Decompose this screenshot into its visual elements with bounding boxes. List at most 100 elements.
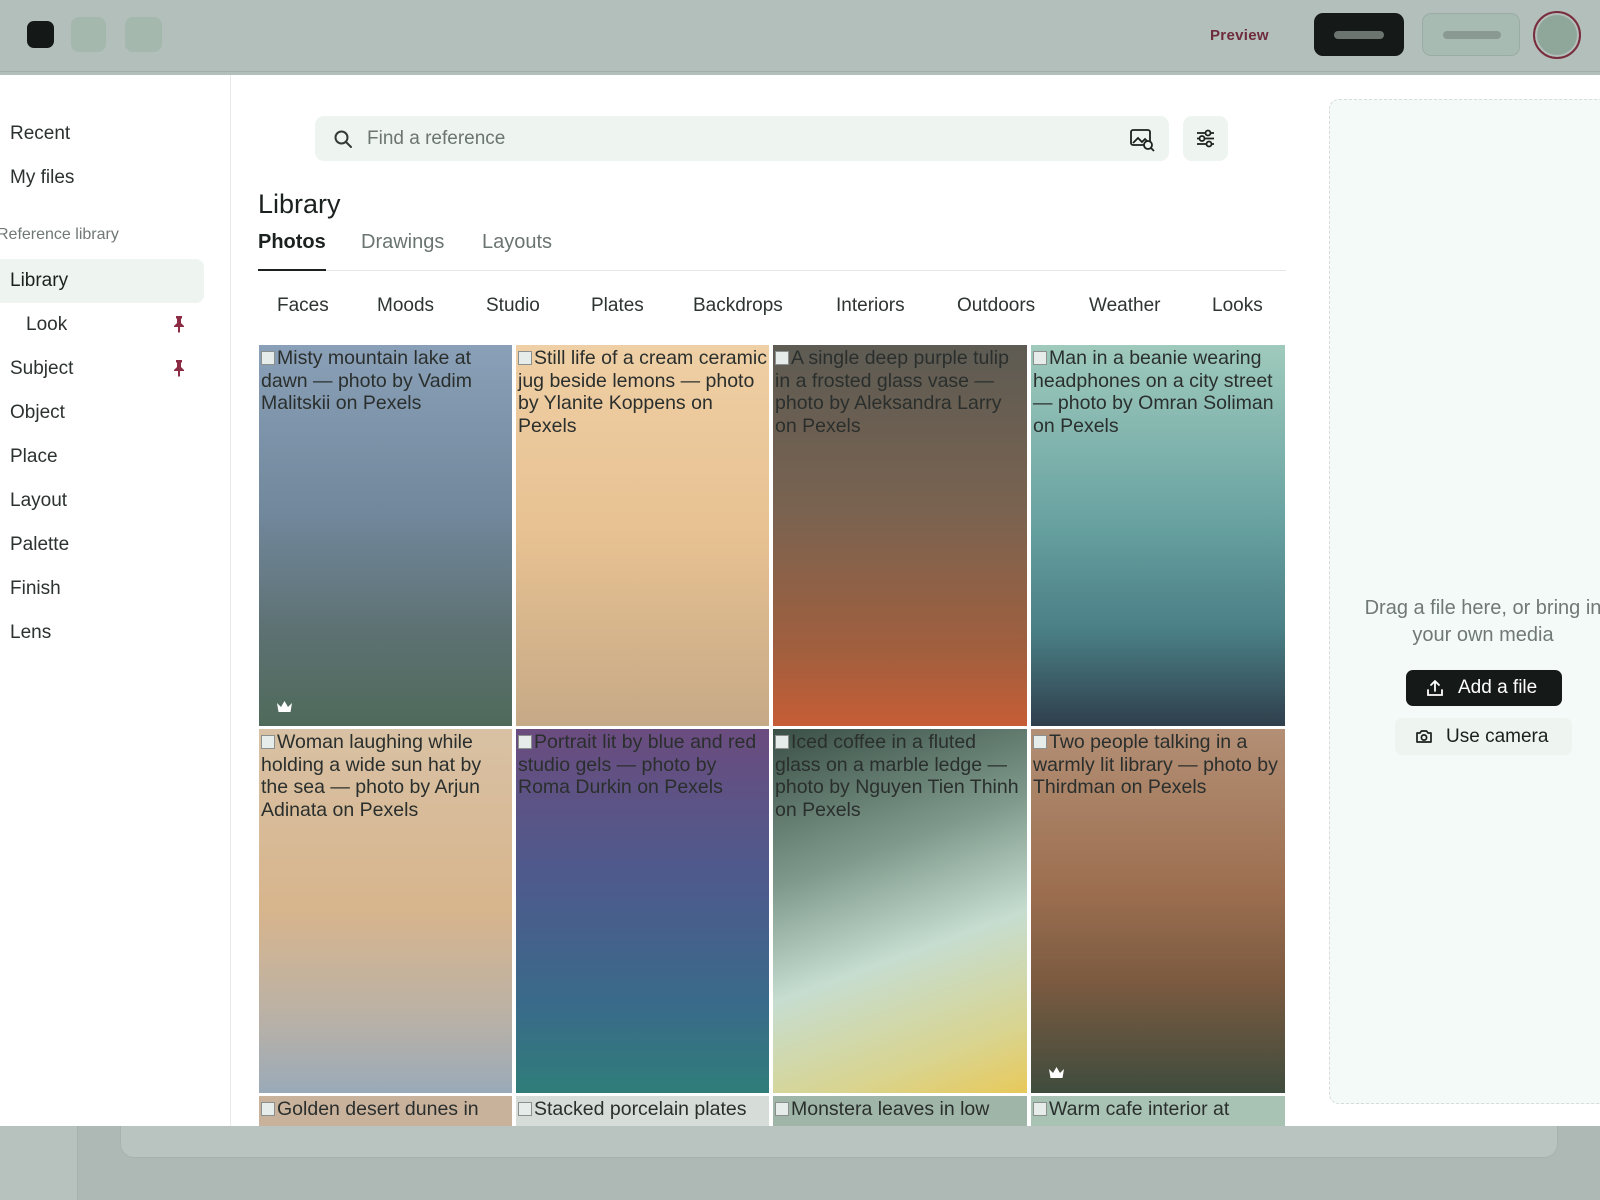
drop-zone-line: Drag a file here, or bring in bbox=[1364, 597, 1600, 619]
upload-icon bbox=[1427, 680, 1443, 696]
category-weather[interactable]: Weather bbox=[1089, 295, 1160, 317]
tile-caption-text: Iced coffee in a fluted glass on a marbl… bbox=[775, 731, 1019, 821]
search-input[interactable] bbox=[367, 116, 1107, 161]
reference-tile[interactable]: Misty mountain lake at dawn — photo by V… bbox=[259, 345, 512, 726]
add-file-label: Add a file bbox=[1458, 677, 1538, 698]
category-studio[interactable]: Studio bbox=[486, 295, 540, 317]
category-interiors[interactable]: Interiors bbox=[836, 295, 905, 317]
tile-caption-text: Man in a beanie wearing headphones on a … bbox=[1033, 347, 1274, 437]
add-file-button[interactable]: Add a file bbox=[1406, 670, 1562, 706]
toolbar-button-2[interactable] bbox=[125, 17, 162, 52]
reference-tile[interactable]: Stacked porcelain plates bbox=[516, 1096, 769, 1126]
tab-drawings[interactable]: Drawings bbox=[361, 231, 444, 271]
category-plates[interactable]: Plates bbox=[591, 295, 644, 317]
filter-button[interactable] bbox=[1183, 116, 1228, 161]
sidebar-item-label: Place bbox=[10, 446, 58, 467]
tile-caption: Golden desert dunes in bbox=[259, 1096, 512, 1121]
sidebar: Recent My files Reference library Librar… bbox=[0, 75, 231, 1126]
search-icon bbox=[334, 130, 352, 148]
crown-icon bbox=[1049, 1067, 1064, 1078]
preview-button[interactable]: Preview bbox=[1210, 24, 1269, 46]
crown-icon bbox=[277, 701, 292, 712]
pin-icon[interactable] bbox=[172, 359, 186, 377]
reference-tile[interactable]: Two people talking in a warmly lit libra… bbox=[1031, 729, 1285, 1093]
tile-caption-text: Monstera leaves in low bbox=[791, 1098, 990, 1120]
tile-caption-text: Portrait lit by blue and red studio gels… bbox=[518, 731, 757, 798]
reference-tile[interactable]: Golden desert dunes in bbox=[259, 1096, 512, 1126]
top-bar: Preview bbox=[0, 0, 1600, 72]
reference-tile[interactable]: Woman laughing while holding a wide sun … bbox=[259, 729, 512, 1093]
category-outdoors[interactable]: Outdoors bbox=[957, 295, 1035, 317]
broken-image-icon bbox=[261, 735, 275, 749]
sidebar-item-label: Recent bbox=[10, 123, 71, 144]
category-moods[interactable]: Moods bbox=[377, 295, 434, 317]
sidebar-item-library[interactable]: Library bbox=[0, 259, 204, 303]
sidebar-item-label: Layout bbox=[10, 490, 68, 511]
tab-bar: Photos Drawings Layouts bbox=[258, 231, 1286, 271]
sidebar-item-palette[interactable]: Palette bbox=[0, 523, 204, 567]
sidebar-item-label: Lens bbox=[10, 622, 52, 643]
use-camera-label: Use camera bbox=[1446, 725, 1549, 747]
reference-tile[interactable]: Warm cafe interior at bbox=[1031, 1096, 1285, 1126]
placeholder-bar bbox=[1334, 31, 1384, 39]
reference-panel: Recent My files Reference library Librar… bbox=[0, 75, 1600, 1126]
reference-tile[interactable]: Iced coffee in a fluted glass on a marbl… bbox=[773, 729, 1027, 1093]
secondary-action-button[interactable] bbox=[1422, 13, 1520, 56]
search-bar bbox=[315, 116, 1169, 161]
tile-caption: A single deep purple tulip in a frosted … bbox=[773, 345, 1027, 437]
drop-zone-text: Drag a file here, or bring in your own m… bbox=[1352, 595, 1600, 649]
tile-caption: Warm cafe interior at bbox=[1031, 1096, 1285, 1121]
sidebar-item-label: Library bbox=[10, 270, 69, 291]
category-looks[interactable]: Looks bbox=[1212, 295, 1263, 317]
toolbar-button-1[interactable] bbox=[71, 17, 106, 52]
tile-caption-text: Misty mountain lake at dawn — photo by V… bbox=[261, 347, 473, 414]
sidebar-item-subject[interactable]: Subject bbox=[0, 347, 204, 391]
tile-caption: Still life of a cream ceramic jug beside… bbox=[516, 345, 769, 437]
broken-image-icon bbox=[775, 1102, 789, 1116]
tile-caption-text: Warm cafe interior at bbox=[1049, 1098, 1230, 1120]
sidebar-item-recent[interactable]: Recent bbox=[0, 112, 204, 156]
reference-tile[interactable]: Man in a beanie wearing headphones on a … bbox=[1031, 345, 1285, 726]
background-bar bbox=[120, 1126, 1558, 1158]
tile-caption-text: Golden desert dunes in bbox=[277, 1098, 479, 1120]
tile-caption: Misty mountain lake at dawn — photo by V… bbox=[259, 345, 512, 415]
tab-photos[interactable]: Photos bbox=[258, 231, 326, 271]
avatar[interactable] bbox=[1533, 11, 1581, 59]
tile-caption: Two people talking in a warmly lit libra… bbox=[1031, 729, 1285, 799]
reference-tile[interactable]: Portrait lit by blue and red studio gels… bbox=[516, 729, 769, 1093]
broken-image-icon bbox=[1033, 351, 1047, 365]
broken-image-icon bbox=[1033, 735, 1047, 749]
sidebar-item-look[interactable]: Look bbox=[0, 303, 204, 347]
tab-layouts[interactable]: Layouts bbox=[482, 231, 552, 271]
broken-image-icon bbox=[1033, 1102, 1047, 1116]
sidebar-item-label: Palette bbox=[10, 534, 70, 555]
sidebar-item-place[interactable]: Place bbox=[0, 435, 204, 479]
sidebar-item-lens[interactable]: Lens bbox=[0, 611, 204, 655]
reference-tile[interactable]: A single deep purple tulip in a frosted … bbox=[773, 345, 1027, 726]
background-rail bbox=[0, 1126, 78, 1200]
tile-caption: Monstera leaves in low bbox=[773, 1096, 1027, 1121]
sidebar-item-label: Object bbox=[10, 402, 65, 423]
image-search-icon[interactable] bbox=[1129, 126, 1155, 152]
sliders-icon bbox=[1197, 129, 1214, 148]
sidebar-item-label: Look bbox=[26, 314, 68, 335]
tile-caption-text: Stacked porcelain plates bbox=[534, 1098, 747, 1120]
sidebar-item-my-files[interactable]: My files bbox=[0, 156, 204, 200]
tile-caption: Man in a beanie wearing headphones on a … bbox=[1031, 345, 1285, 437]
category-backdrops[interactable]: Backdrops bbox=[693, 295, 783, 317]
reference-tile[interactable]: Monstera leaves in low bbox=[773, 1096, 1027, 1126]
sidebar-item-layout[interactable]: Layout bbox=[0, 479, 204, 523]
primary-action-button[interactable] bbox=[1314, 13, 1404, 56]
camera-icon bbox=[1416, 730, 1432, 743]
sidebar-item-object[interactable]: Object bbox=[0, 391, 204, 435]
tile-caption: Woman laughing while holding a wide sun … bbox=[259, 729, 512, 821]
reference-tile[interactable]: Still life of a cream ceramic jug beside… bbox=[516, 345, 769, 726]
use-camera-button[interactable]: Use camera bbox=[1395, 718, 1572, 755]
tile-caption-text: Two people talking in a warmly lit libra… bbox=[1033, 731, 1278, 798]
placeholder-bar bbox=[1443, 31, 1501, 39]
pin-icon[interactable] bbox=[172, 315, 186, 333]
sidebar-item-finish[interactable]: Finish bbox=[0, 567, 204, 611]
app-logo[interactable] bbox=[27, 21, 54, 48]
category-faces[interactable]: Faces bbox=[277, 295, 329, 317]
tile-caption-text: Woman laughing while holding a wide sun … bbox=[261, 731, 482, 821]
